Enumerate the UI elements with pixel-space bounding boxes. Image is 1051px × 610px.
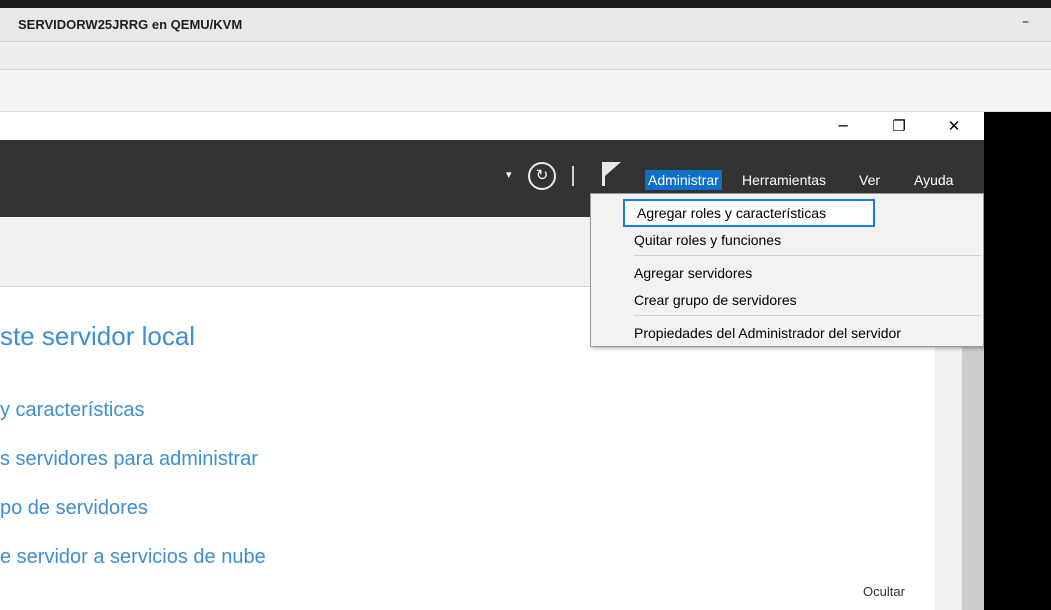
menubar-separator: [572, 166, 574, 186]
window-restore-button[interactable]: ❐: [876, 114, 922, 138]
menu-item-remove-roles[interactable]: Quitar roles y funciones: [634, 230, 781, 250]
window-close-button[interactable]: ✕: [931, 114, 977, 138]
link-add-roles[interactable]: y características: [0, 399, 144, 422]
vm-title: SERVIDORW25JRRG en QEMU/KVM: [18, 17, 243, 32]
vm-display-header: [0, 70, 1051, 112]
vm-minimize-button[interactable]: –: [1022, 14, 1029, 30]
hide-link[interactable]: Ocultar: [863, 584, 905, 599]
vm-titlebar: SERVIDORW25JRRG en QEMU/KVM –: [0, 8, 1051, 42]
top-strip: [0, 0, 1051, 8]
refresh-icon[interactable]: ↻: [528, 162, 556, 190]
server-manager-window: ─ ❐ ✕ ▾ ↻ Administrar Herramientas Ver A…: [0, 112, 984, 610]
link-create-group[interactable]: po de servidores: [0, 497, 148, 520]
notifications-flag-icon[interactable]: [600, 160, 622, 192]
menu-administrar[interactable]: Administrar: [645, 170, 722, 190]
menu-item-add-servers[interactable]: Agregar servidores: [634, 263, 752, 283]
menu-ver[interactable]: Ver: [856, 170, 883, 190]
vm-display-margin: [984, 112, 1051, 610]
menu-ayuda[interactable]: Ayuda: [911, 170, 956, 190]
window-caption: ─ ❐ ✕: [0, 112, 984, 140]
link-add-servers[interactable]: s servidores para administrar: [0, 448, 258, 471]
menu-separator: [634, 315, 981, 316]
link-connect-cloud[interactable]: e servidor a servicios de nube: [0, 546, 266, 569]
administrar-dropdown-menu: Agregar roles y características Quitar r…: [590, 193, 984, 347]
page-heading: ste servidor local: [0, 321, 196, 351]
menu-item-add-roles[interactable]: Agregar roles y características: [623, 199, 875, 227]
vm-toolbar: [0, 42, 1051, 70]
menu-item-create-server-group[interactable]: Crear grupo de servidores: [634, 290, 797, 310]
menu-separator: [634, 255, 981, 256]
chevron-down-icon[interactable]: ▾: [506, 168, 512, 181]
menu-item-properties[interactable]: Propiedades del Administrador del servid…: [634, 323, 901, 343]
window-minimize-button[interactable]: ─: [820, 114, 866, 138]
menu-herramientas[interactable]: Herramientas: [739, 170, 829, 190]
